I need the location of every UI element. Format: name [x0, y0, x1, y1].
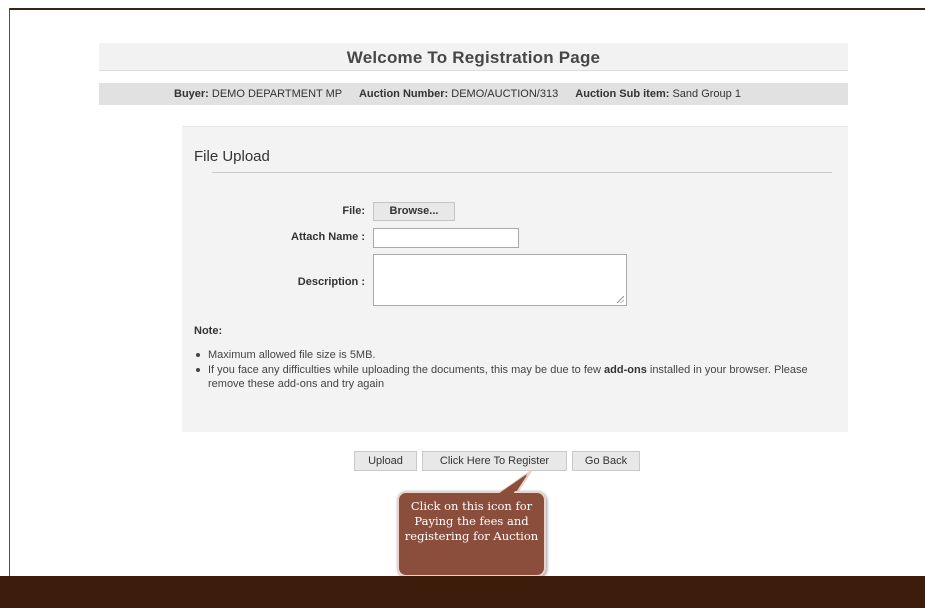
file-upload-title: File Upload — [194, 148, 270, 165]
note-text-pre: If you face any difficulties while uploa… — [208, 364, 605, 376]
auction-number-info: Auction Number: DEMO/AUCTION/313 — [359, 88, 561, 100]
note-label: Note: — [194, 325, 223, 337]
note-item: Maximum allowed file size is 5MB. — [194, 348, 834, 362]
page-title: Welcome To Registration Page — [346, 48, 601, 67]
auction-sub-item-info: Auction Sub item: Sand Group 1 — [575, 88, 741, 100]
page-title-bar: Welcome To Registration Page — [99, 43, 848, 71]
auction-number-label: Auction Number: — [358, 88, 449, 100]
buyer-info: Buyer: DEMO DEPARTMENT MP — [174, 88, 345, 100]
file-upload-divider — [212, 172, 832, 173]
register-callout: Click on this icon for Paying the fees a… — [397, 491, 546, 577]
auction-number-value: DEMO/AUCTION/313 — [451, 88, 559, 100]
browse-button[interactable]: Browse... — [373, 202, 455, 221]
auction-sub-item-value: Sand Group 1 — [672, 88, 741, 100]
note-text: Maximum allowed file size is 5MB. — [208, 349, 376, 361]
register-button[interactable]: Click Here To Register — [422, 451, 567, 471]
go-back-button[interactable]: Go Back — [572, 451, 640, 471]
footer-band — [0, 576, 925, 608]
auction-sub-item-label: Auction Sub item: — [575, 88, 670, 100]
note-list: Maximum allowed file size is 5MB. If you… — [194, 348, 834, 392]
callout-text: Click on this icon for Paying the fees a… — [404, 499, 539, 543]
upload-button[interactable]: Upload — [354, 451, 417, 471]
buyer-value: DEMO DEPARTMENT MP — [211, 88, 342, 100]
auction-info-bar: Buyer: DEMO DEPARTMENT MP Auction Number… — [99, 83, 848, 105]
attach-name-input[interactable] — [373, 228, 519, 248]
description-textarea[interactable] — [373, 254, 627, 306]
attach-name-label: Attach Name : — [291, 231, 365, 243]
file-label: File: — [342, 205, 365, 217]
file-upload-panel: File Upload File: Browse... Attach Name … — [182, 126, 848, 432]
bullet-icon — [196, 368, 200, 372]
description-label: Description : — [297, 276, 365, 288]
slide-left-border — [9, 8, 10, 576]
slide-top-border — [9, 8, 925, 10]
note-text-bold: add-ons — [604, 364, 647, 376]
resize-grip-icon[interactable] — [617, 296, 624, 303]
bullet-icon — [196, 353, 200, 357]
buyer-label: Buyer: — [174, 88, 209, 100]
note-item: If you face any difficulties while uploa… — [194, 363, 834, 391]
